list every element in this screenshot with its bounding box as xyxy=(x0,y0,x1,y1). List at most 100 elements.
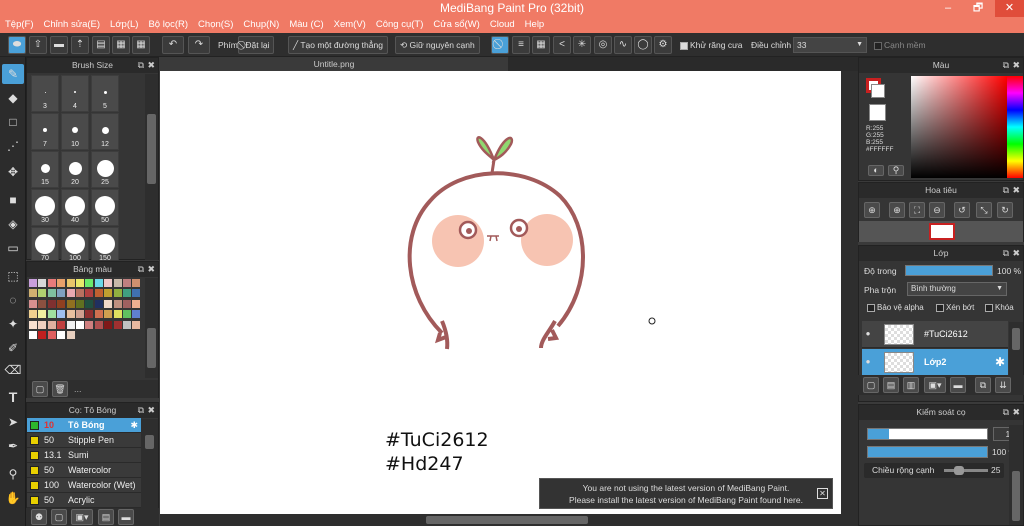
palette-swatch[interactable] xyxy=(66,299,75,308)
parallel-snap-icon[interactable]: ≡ xyxy=(512,36,530,54)
text-tool-icon[interactable]: T xyxy=(2,387,24,407)
brush-size-cell[interactable]: 30 xyxy=(31,189,59,226)
brush-doc-icon[interactable]: ▤ xyxy=(98,509,114,525)
palette-swatch[interactable] xyxy=(47,310,56,319)
menu-item[interactable]: Cửa sổ(W) xyxy=(428,17,484,33)
scroll-thumb[interactable] xyxy=(147,328,156,368)
scroll-thumb[interactable] xyxy=(147,114,156,184)
select-eraser-icon[interactable]: ⌫ xyxy=(2,360,24,380)
brush-size-slider[interactable] xyxy=(867,428,988,440)
operation-tool-icon[interactable]: ➤ xyxy=(2,412,24,432)
hue-slider[interactable] xyxy=(1007,76,1023,178)
close-panel-icon[interactable]: ✖ xyxy=(1012,183,1020,198)
reset-button[interactable]: ⃠ Đặt lại xyxy=(238,36,275,54)
comment-icon[interactable]: ▬ xyxy=(50,36,68,54)
vanishing-snap-icon[interactable]: < xyxy=(553,36,571,54)
palette-swatch[interactable] xyxy=(38,289,47,298)
brush-control-scrollbar[interactable] xyxy=(1009,425,1023,525)
brush-folder-icon[interactable]: ▬ xyxy=(118,509,134,525)
new-brush-icon[interactable]: ▢ xyxy=(51,509,67,525)
palette-swatch[interactable] xyxy=(123,310,131,319)
brush-size-cell[interactable]: 70 xyxy=(31,227,59,260)
close-panel-icon[interactable]: ✖ xyxy=(1012,246,1020,261)
delete-color-icon[interactable]: 🗑 xyxy=(52,381,68,397)
secondary-color-swatch[interactable] xyxy=(871,84,885,98)
palette-swatch[interactable] xyxy=(57,299,66,308)
palette-swatch[interactable] xyxy=(113,310,122,319)
horizontal-scrollbar[interactable] xyxy=(160,514,858,526)
vertical-scrollbar[interactable] xyxy=(841,71,858,514)
detach-icon[interactable]: ⧉ xyxy=(138,58,144,73)
palette-swatch[interactable] xyxy=(38,310,47,319)
palette-swatch[interactable] xyxy=(132,279,141,287)
brush-list-item[interactable]: 10 Tô Bóng ✱ xyxy=(27,418,141,433)
new-halftone-layer-icon[interactable]: ▤ xyxy=(883,377,899,393)
detach-icon[interactable]: ⧉ xyxy=(1003,58,1009,73)
layer-item[interactable]: ● Lớp2 ✱ xyxy=(862,349,1008,376)
antialias-checkbox[interactable] xyxy=(680,41,688,50)
undo-icon[interactable]: ↶ xyxy=(162,36,184,54)
palette-swatch[interactable] xyxy=(38,299,47,308)
menu-item[interactable]: Chụp(N) xyxy=(238,17,284,33)
detach-icon[interactable]: ⧉ xyxy=(1003,246,1009,261)
palette-swatch[interactable] xyxy=(123,320,131,329)
close-panel-icon[interactable]: ✖ xyxy=(1012,405,1020,420)
palette-swatch[interactable] xyxy=(132,310,141,319)
panel-icon[interactable]: ▦ xyxy=(112,36,130,54)
transparent-swatch[interactable] xyxy=(869,104,886,121)
maximize-button[interactable]: 🗗 xyxy=(967,0,989,17)
blend-select[interactable]: Bình thường ▼ xyxy=(907,282,1007,296)
clipping-checkbox[interactable] xyxy=(936,303,944,312)
upload-icon[interactable]: ⇡ xyxy=(71,36,89,54)
close-panel-icon[interactable]: ✖ xyxy=(147,58,155,73)
palette-swatch[interactable] xyxy=(47,299,56,308)
edge-width-thumb[interactable] xyxy=(954,466,965,475)
menu-item[interactable]: Chọn(S) xyxy=(193,17,238,33)
dot-tool-icon[interactable]: ⋰ xyxy=(2,136,24,156)
palette-swatch[interactable] xyxy=(113,289,122,298)
palette-swatch[interactable] xyxy=(66,331,75,339)
crisscross-snap-icon[interactable]: ▦ xyxy=(532,36,550,54)
zoom-in-icon[interactable]: ⊕ xyxy=(864,202,880,218)
color-picker-icon[interactable]: ⚲ xyxy=(888,165,904,176)
palette-swatch[interactable] xyxy=(94,289,103,298)
brush-size-cell[interactable]: 100 xyxy=(61,227,89,260)
brush-list-scrollbar[interactable] xyxy=(141,419,158,509)
hand-tool-icon[interactable]: ✋ xyxy=(2,488,24,508)
palette-swatch[interactable] xyxy=(57,279,66,287)
lasso-tool-icon[interactable]: ◌ xyxy=(2,290,24,310)
smooth-edge-checkbox[interactable] xyxy=(874,41,882,50)
brush-tool-icon[interactable]: ✎ xyxy=(2,64,24,84)
adjust-select[interactable]: 33 ▼ xyxy=(793,37,867,53)
brush-size-cell[interactable]: 10 xyxy=(61,113,89,150)
straight-line-button[interactable]: ╱ Tạo một đường thẳng xyxy=(288,36,388,54)
gear-icon[interactable]: ✱ xyxy=(130,418,138,433)
fill-rect-tool-icon[interactable]: ■ xyxy=(2,190,24,210)
add-layer-menu-icon[interactable]: ▣▾ xyxy=(924,377,946,393)
palette-swatch[interactable] xyxy=(76,310,84,319)
brush-list-item[interactable]: 50 Watercolor xyxy=(27,463,141,478)
menu-item[interactable]: Cloud xyxy=(485,17,520,33)
update-notice[interactable]: You are not using the latest version of … xyxy=(539,478,833,509)
select-pen-icon[interactable]: ✐ xyxy=(2,338,24,358)
layer-opacity-slider[interactable] xyxy=(905,265,993,276)
document-icon[interactable]: ▤ xyxy=(92,36,110,54)
brush-size-scrollbar[interactable] xyxy=(145,74,158,260)
palette-swatch[interactable] xyxy=(94,279,103,287)
palette-swatch[interactable] xyxy=(104,299,113,308)
palette-swatch[interactable] xyxy=(29,299,37,308)
menu-item[interactable]: Công cụ(T) xyxy=(371,17,429,33)
palette-swatch[interactable] xyxy=(29,331,37,339)
brush-list-item[interactable]: 50 Acrylic xyxy=(27,493,141,508)
detach-icon[interactable]: ⧉ xyxy=(1003,405,1009,420)
palette-swatch[interactable] xyxy=(85,310,94,319)
drawing-canvas[interactable]: #TuCi2612 #Hd247 xyxy=(160,71,841,514)
palette-swatch[interactable] xyxy=(66,289,75,298)
brush-size-cell[interactable]: 3 xyxy=(31,75,59,112)
palette-swatch[interactable] xyxy=(66,310,75,319)
rotate-right-icon[interactable]: ↻ xyxy=(997,202,1013,218)
close-panel-icon[interactable]: ✖ xyxy=(147,403,155,418)
palette-swatch[interactable] xyxy=(85,279,94,287)
layer-scrollbar[interactable] xyxy=(1009,322,1023,375)
fit-icon[interactable]: ⛶ xyxy=(909,202,925,218)
